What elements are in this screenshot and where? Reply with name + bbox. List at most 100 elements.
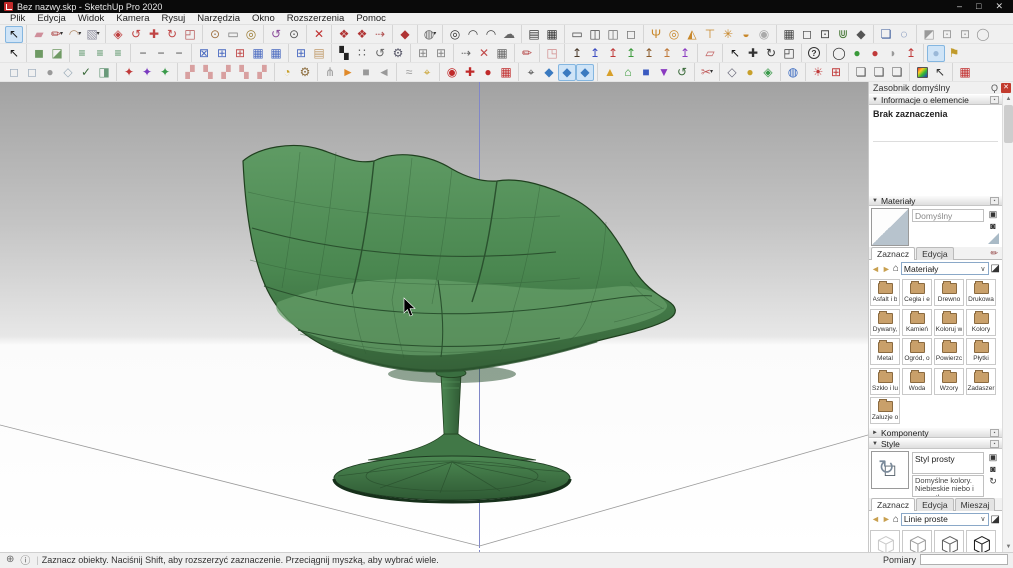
update-style-icon[interactable]: ↻ [989, 476, 997, 486]
dice-a-icon[interactable]: ⊡ [938, 26, 956, 43]
panel-header-entity-info[interactable]: ▼ Informacje o elemencie ▪ [869, 94, 1002, 105]
edge-lines-add-icon[interactable]: ≡ [91, 45, 109, 62]
follow-me-icon[interactable]: ↺ [127, 26, 145, 43]
dash-add-icon[interactable]: − [152, 45, 170, 62]
tab-zaznacz[interactable]: Zaznacz [871, 498, 915, 511]
maximize-button[interactable]: □ [976, 1, 981, 12]
tape-measure-icon[interactable]: ⊙ [206, 26, 224, 43]
table-blue-icon[interactable]: ▦ [249, 45, 267, 62]
check-edit-icon[interactable]: ✓ [77, 64, 95, 81]
line-arrow-icon[interactable]: ⇢ [457, 45, 475, 62]
terrain-a-icon[interactable]: ▞ [181, 64, 199, 81]
support-funnel-icon[interactable]: Ψ [647, 26, 665, 43]
menu-item-rysuj[interactable]: Rysuj [156, 13, 192, 24]
account-icon[interactable]: ◍▾ [421, 26, 439, 43]
grass-tool-icon[interactable]: ⋓ [834, 26, 852, 43]
step-back-icon[interactable]: ◄ [375, 64, 393, 81]
drop-red-icon[interactable]: ↥ [604, 45, 622, 62]
link-chain-icon[interactable]: ❏ [877, 26, 895, 43]
section-display-icon[interactable]: ▤ [525, 26, 543, 43]
cube-outline-icon[interactable]: ◻ [798, 26, 816, 43]
style-description-field[interactable]: Domyślne kolory. Niebieskie niebo i szar… [912, 475, 984, 497]
create-material-icon[interactable]: ▣ [989, 209, 998, 219]
secondary-pane-icon[interactable]: ◪ [991, 514, 1000, 525]
scrollbar-thumb[interactable] [1004, 105, 1013, 143]
material-category[interactable]: Żaluzje o [870, 397, 900, 424]
dome-tool-icon[interactable]: ◒ [737, 26, 755, 43]
export-image-icon[interactable]: ⇢ [371, 26, 389, 43]
rotate-tool-icon[interactable]: ↻ [163, 26, 181, 43]
materials-collection-dropdown[interactable]: Materiały ∨ [901, 262, 989, 275]
flask-icon[interactable]: ◍ [784, 64, 802, 81]
drop-green-icon[interactable]: ↥ [622, 45, 640, 62]
chair-model[interactable] [243, 146, 675, 502]
half-split-icon[interactable]: ◩ [920, 26, 938, 43]
tab-zaznacz[interactable]: Zaznacz [871, 247, 915, 260]
share-model-icon[interactable]: ❖ [353, 26, 371, 43]
text-label-icon[interactable]: ▭ [224, 26, 242, 43]
material-category[interactable]: Wzory [934, 368, 964, 395]
material-category[interactable]: Drukowa [966, 279, 996, 306]
menu-item-kamera[interactable]: Kamera [110, 13, 155, 24]
bow-purple-icon[interactable]: ▼ [655, 64, 673, 81]
table-blue-2-icon[interactable]: ▦ [267, 45, 285, 62]
forward-arrow-icon[interactable]: ► [882, 514, 891, 524]
menu-item-pomoc[interactable]: Pomoc [350, 13, 392, 24]
sun-gear-icon[interactable]: ☀ [809, 64, 827, 81]
dash-line-icon[interactable]: − [134, 45, 152, 62]
stamp-pin-icon[interactable]: ⌖ [418, 64, 436, 81]
create-style-icon[interactable]: ▣ [989, 452, 998, 462]
stop-icon[interactable]: ■ [357, 64, 375, 81]
sandbox-icon[interactable]: ▤ [310, 45, 328, 62]
material-category[interactable]: Asfalt i b [870, 279, 900, 306]
render-check-icon[interactable]: ◎ [446, 26, 464, 43]
material-category[interactable]: Drewno [934, 279, 964, 306]
shell-icon[interactable]: ◗ [884, 45, 902, 62]
drop-blue-icon[interactable]: ↥ [586, 45, 604, 62]
binoculars-icon[interactable]: ◎ [242, 26, 260, 43]
pin-support-icon[interactable]: ⊤ [701, 26, 719, 43]
layer-green-icon[interactable]: ◼ [30, 45, 48, 62]
target-icon[interactable]: ⌖ [522, 64, 540, 81]
menu-item-widok[interactable]: Widok [72, 13, 110, 24]
terrain-e-icon[interactable]: ▞ [253, 64, 271, 81]
pin-icon[interactable]: Ϙ [991, 83, 998, 93]
scroll-down-icon[interactable]: ▼ [1003, 542, 1013, 552]
render-teapot-icon[interactable]: ◠ [464, 26, 482, 43]
clock-icon[interactable]: ◔ [278, 64, 296, 81]
delete-x-icon[interactable]: ✕ [310, 26, 328, 43]
arc-tool-icon[interactable]: ◠▾ [66, 26, 84, 43]
select-tool-2-icon[interactable]: ↖ [5, 45, 23, 62]
drop-orange-icon[interactable]: ↥ [658, 45, 676, 62]
window-lock-icon[interactable]: ◻ [622, 26, 640, 43]
line-tool-icon[interactable]: ✏▾ [48, 26, 66, 43]
bubble-c-icon[interactable]: ❏ [888, 64, 906, 81]
pull-green-icon[interactable]: ✦ [156, 64, 174, 81]
select-tool-3-icon[interactable]: ↖ [726, 45, 744, 62]
window-cloud-icon[interactable]: ◫ [604, 26, 622, 43]
sphere-remove-icon[interactable]: ● [866, 45, 884, 62]
material-category[interactable]: Dywany, [870, 309, 900, 336]
sample-paint-icon[interactable]: ✏ [990, 248, 1000, 259]
drop-purple-icon[interactable]: ↥ [676, 45, 694, 62]
panel-options-button[interactable]: ▪ [990, 197, 999, 205]
terrain-b-icon[interactable]: ▚ [199, 64, 217, 81]
spike-tool-icon[interactable]: ✳ [719, 26, 737, 43]
panel-header-materials[interactable]: ▼ Materiały ▪ [869, 195, 1002, 206]
cursor-icon[interactable]: ↖ [931, 64, 949, 81]
material-category[interactable]: Powierzc [934, 338, 964, 365]
terrain-c-icon[interactable]: ▞ [217, 64, 235, 81]
cone-tool-icon[interactable]: ◭ [683, 26, 701, 43]
move-tool-icon[interactable]: ✚ [145, 26, 163, 43]
material-category[interactable]: Woda [902, 368, 932, 395]
window-overlap-icon[interactable]: ◫ [586, 26, 604, 43]
sphere-smooth-icon[interactable]: ● [927, 45, 945, 62]
panel-options-button[interactable]: ▪ [990, 440, 999, 448]
material-name-field[interactable]: Domyślny [912, 209, 984, 222]
drop-dark-icon[interactable]: ↥ [568, 45, 586, 62]
monitor-display-icon[interactable]: ▦ [543, 26, 561, 43]
edge-lines-remove-icon[interactable]: ≡ [109, 45, 127, 62]
box-quad-icon[interactable]: ⊞ [213, 45, 231, 62]
material-category[interactable]: Koloruj w [934, 309, 964, 336]
scale-tool-icon[interactable]: ◰ [181, 26, 199, 43]
